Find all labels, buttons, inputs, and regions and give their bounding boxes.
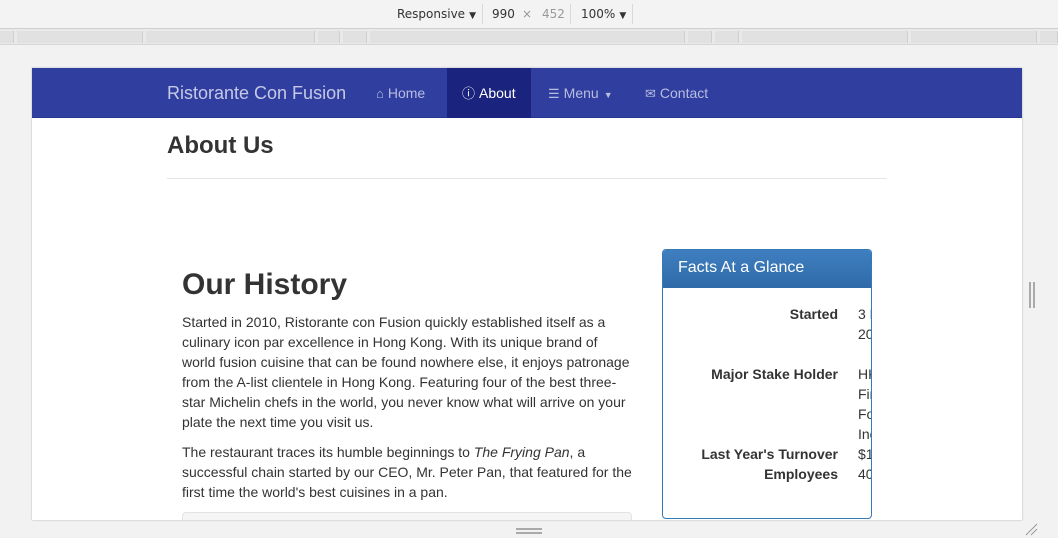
divider xyxy=(482,4,483,24)
ruler-segment[interactable] xyxy=(146,31,315,43)
ruler-segment[interactable] xyxy=(715,31,739,43)
ruler-segment[interactable] xyxy=(0,31,14,43)
ruler-segment[interactable] xyxy=(742,31,908,43)
ruler-segment[interactable] xyxy=(343,31,367,43)
divider xyxy=(570,4,571,24)
nav-label: Home xyxy=(387,85,426,101)
ruler-segment[interactable] xyxy=(1040,31,1058,43)
fact-label: Last Year's Turnover xyxy=(701,446,838,462)
history-title: Our History xyxy=(182,268,348,301)
caret-down-icon: ▼ xyxy=(603,90,613,100)
nav-item-about[interactable]: ⓘ About xyxy=(447,68,531,118)
nav-label: Menu xyxy=(563,85,599,101)
ruler-segment[interactable] xyxy=(911,31,1037,43)
nav-label: Contact xyxy=(659,85,709,101)
times-icon: × xyxy=(522,7,533,21)
list-icon: ☰ xyxy=(548,86,560,101)
info-circle-icon: ⓘ xyxy=(462,86,476,101)
page-title: About Us xyxy=(167,132,274,159)
ruler-segment[interactable] xyxy=(370,31,685,43)
history-italic: The Frying Pan xyxy=(473,444,570,460)
fact-label: Started xyxy=(789,306,838,322)
home-icon: ⌂ xyxy=(376,86,384,101)
devtools-toolbar: Responsive ▼ 990 × 452 100% ▼ xyxy=(0,0,1058,29)
history-paragraph: The restaurant traces its humble beginni… xyxy=(182,442,634,502)
caret-down-icon: ▼ xyxy=(469,11,476,21)
zoom-label: 100% xyxy=(581,7,616,21)
navbar: Ristorante Con Fusion ⌂ Home ⓘ About ☰ Menu… xyxy=(32,68,1022,118)
ruler-segment[interactable] xyxy=(688,31,712,43)
fact-label: Employees xyxy=(764,466,838,482)
divider xyxy=(167,178,887,179)
fact-label: Major Stake Holder xyxy=(711,366,838,382)
device-mode-dropdown[interactable]: Responsive ▼ xyxy=(397,7,476,21)
fact-value: 40 xyxy=(858,466,871,482)
fact-value: 3 Feb. 2013 xyxy=(858,306,871,342)
nav-item-contact[interactable]: ✉ Contact xyxy=(630,68,723,118)
history-text: The restaurant traces its humble beginni… xyxy=(182,444,474,460)
facts-panel: Facts At a Glance Started 3 Feb. 2013 Ma… xyxy=(662,249,872,519)
envelope-icon: ✉ xyxy=(645,86,656,101)
device-viewport: Ristorante Con Fusion ⌂ Home ⓘ About ☰ Menu… xyxy=(32,68,1022,520)
divider xyxy=(632,4,633,24)
nav-label: About xyxy=(479,85,516,101)
panel-heading: Facts At a Glance xyxy=(663,250,871,288)
device-mode-label: Responsive xyxy=(397,7,466,21)
resize-handle-bottom[interactable] xyxy=(516,528,542,534)
zoom-dropdown[interactable]: 100% ▼ xyxy=(581,7,626,21)
media-query-ruler[interactable] xyxy=(0,29,1058,45)
fact-value: $1,250,375 xyxy=(858,446,871,462)
ruler-segment[interactable] xyxy=(318,31,340,43)
navbar-brand[interactable]: Ristorante Con Fusion xyxy=(167,83,346,104)
nav-item-home[interactable]: ⌂ Home xyxy=(361,68,440,118)
resize-handle-right[interactable] xyxy=(1029,282,1035,308)
viewport-width-input[interactable]: 990 xyxy=(492,7,515,21)
caret-down-icon: ▼ xyxy=(619,11,627,21)
history-paragraph: Started in 2010, Ristorante con Fusion q… xyxy=(182,314,630,430)
viewport-height-input[interactable]: 452 xyxy=(542,7,565,21)
quote-well xyxy=(182,512,632,520)
fact-value: HK Fine Foods Inc. xyxy=(858,366,871,442)
nav-item-menu[interactable]: ☰ Menu ▼ xyxy=(533,68,628,118)
resize-corner-icon[interactable] xyxy=(1024,522,1038,536)
ruler-segment[interactable] xyxy=(17,31,143,43)
